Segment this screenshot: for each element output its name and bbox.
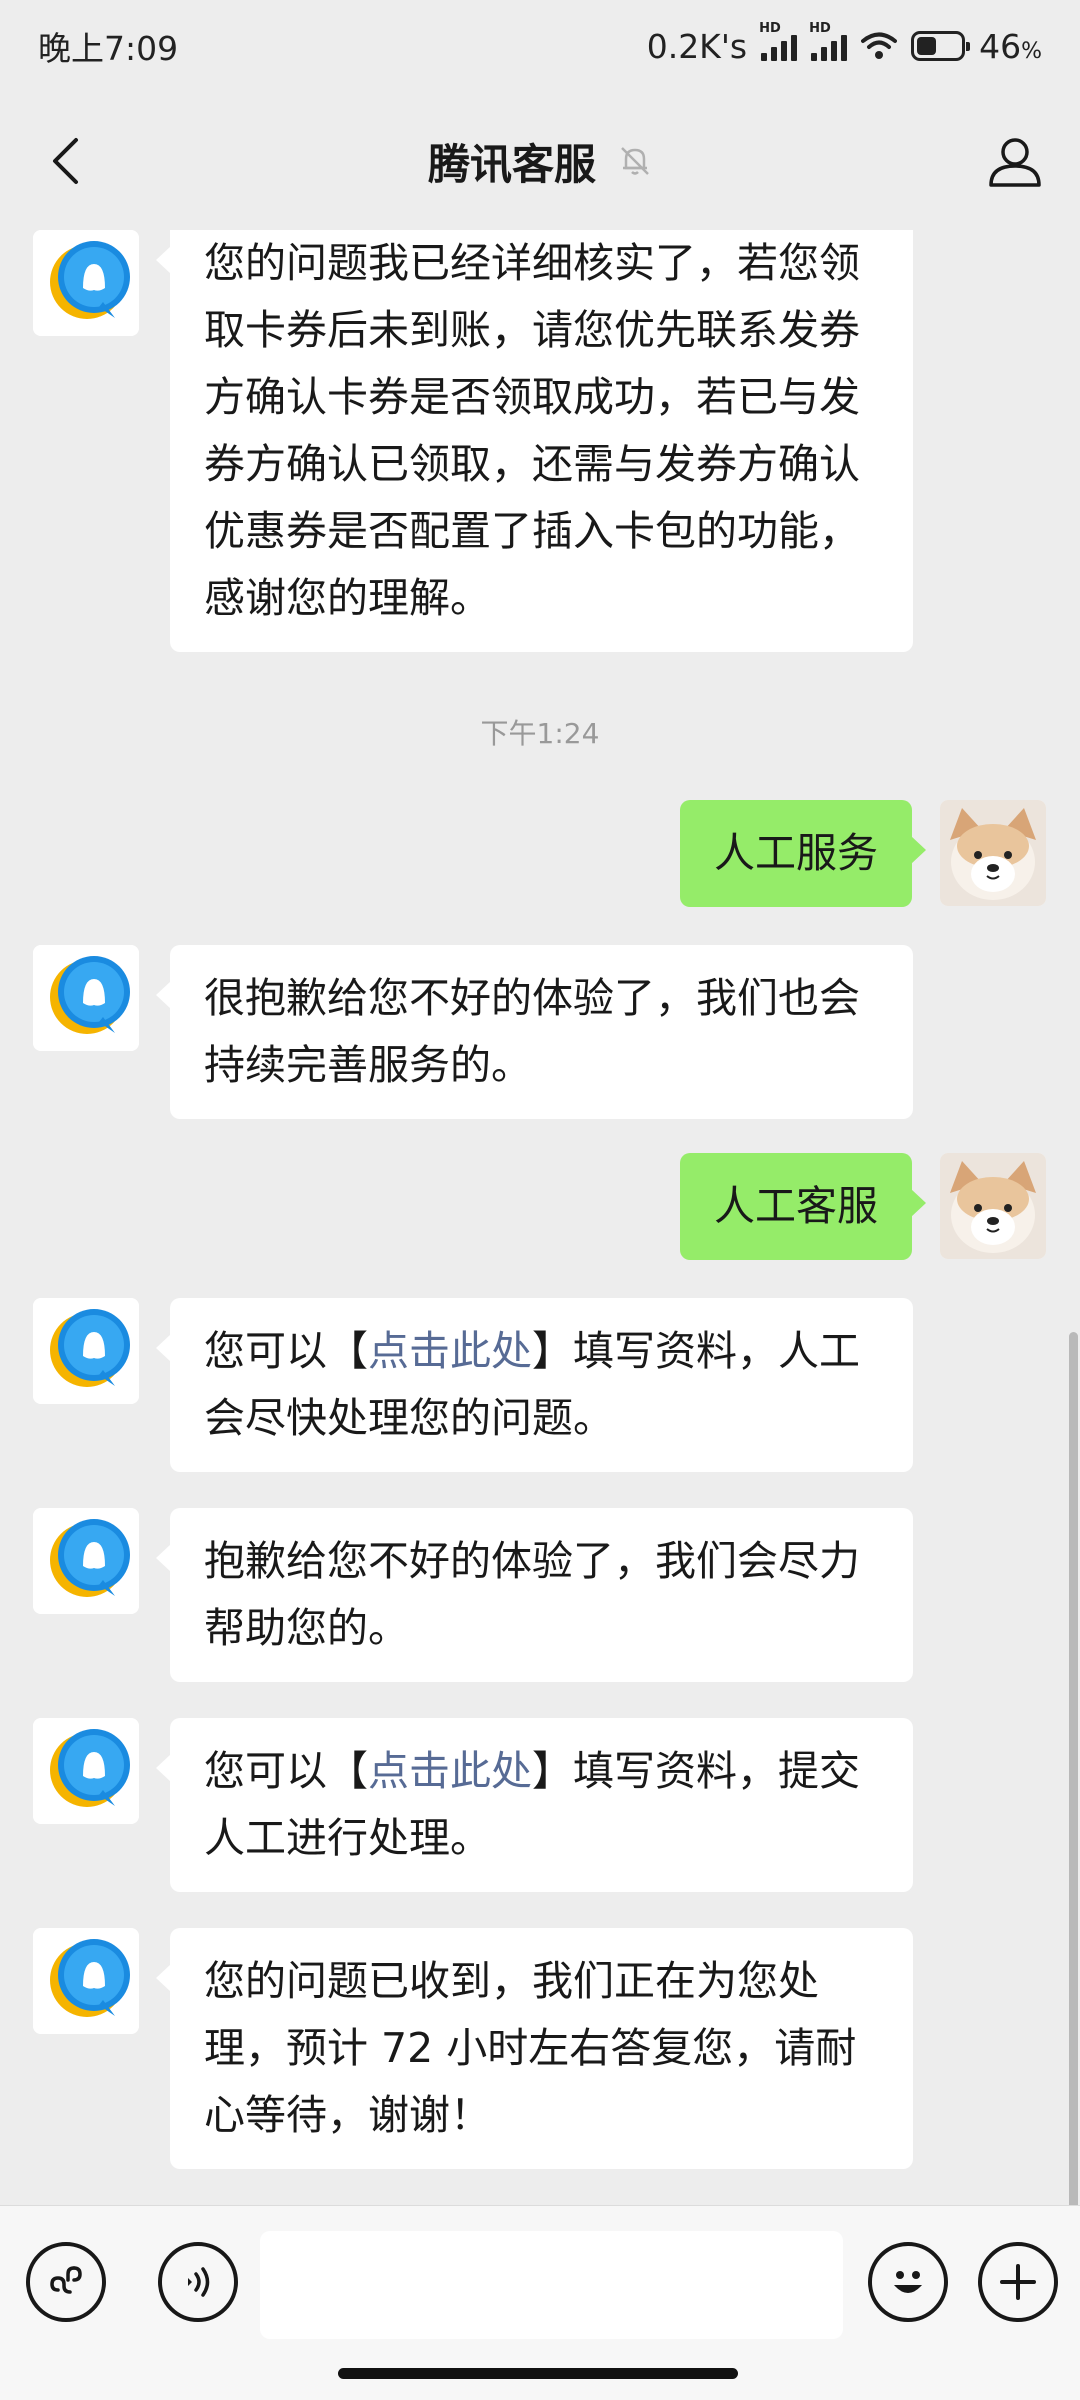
dog-avatar-icon <box>940 800 1046 906</box>
bell-off-icon <box>621 147 649 175</box>
user-avatar[interactable] <box>940 800 1046 906</box>
scrollbar[interactable] <box>1069 1332 1078 2217</box>
message-text: 您的问题我已经详细核实了，若您领取卡券后未到账，请您优先联系发券方确认卡券是否领… <box>204 239 860 622</box>
message-text: 人工服务 <box>714 829 878 877</box>
voice-button[interactable] <box>158 2242 238 2322</box>
message-text: 人工客服 <box>714 1182 878 1230</box>
message-text: 您的问题已收到，我们正在为您处理，预计 72 小时左右答复您，请耐心等待，谢谢！ <box>204 1957 857 2139</box>
link-icon <box>50 2266 82 2294</box>
qq-service-logo-icon <box>33 1508 139 1614</box>
plus-icon <box>1000 2264 1036 2300</box>
more-button[interactable] <box>978 2242 1058 2322</box>
message-text: 您可以【 <box>204 1327 368 1375</box>
qq-service-logo-icon <box>33 1928 139 2034</box>
person-icon <box>989 138 1041 187</box>
qq-service-logo-icon <box>33 945 139 1051</box>
chat-header: 腾讯客服 <box>0 92 1080 230</box>
message-text: 很抱歉给您不好的体验了，我们也会持续完善服务的。 <box>204 974 860 1089</box>
signal-icon: HD <box>759 21 798 61</box>
back-button[interactable] <box>30 126 100 196</box>
service-avatar[interactable] <box>33 1718 139 1824</box>
service-avatar[interactable] <box>33 1298 139 1404</box>
fill-form-link[interactable]: 点击此处 <box>368 1327 532 1375</box>
timestamp: 下午1:24 <box>480 717 600 750</box>
message-bubble[interactable]: 您可以【点击此处】填写资料，提交人工进行处理。 <box>156 1718 913 1892</box>
message-bubble[interactable]: 您的问题我已经详细核实了，若您领取卡券后未到账，请您优先联系发券方确认卡券是否领… <box>156 230 913 652</box>
service-avatar[interactable] <box>33 1928 139 2034</box>
service-avatar[interactable] <box>33 1508 139 1614</box>
chevron-left-icon <box>53 138 78 184</box>
service-avatar[interactable] <box>33 945 139 1051</box>
battery-percent: 46% <box>979 26 1042 66</box>
status-icons: 0.2K's HD HD 46% <box>646 21 1042 66</box>
network-speed: 0.2K's <box>646 26 748 66</box>
message-text: 抱歉给您不好的体验了，我们会尽力帮助您的。 <box>204 1537 860 1652</box>
message-text: 您可以【 <box>204 1747 368 1795</box>
fill-form-link[interactable]: 点击此处 <box>368 1747 532 1795</box>
message-bubble[interactable]: 很抱歉给您不好的体验了，我们也会持续完善服务的。 <box>156 945 913 1119</box>
chat-list[interactable]: 您的问题我已经详细核实了，若您领取卡券后未到账，请您优先联系发券方确认卡券是否领… <box>0 230 1080 2205</box>
qq-service-logo-icon <box>33 1718 139 1824</box>
message-bubble[interactable]: 抱歉给您不好的体验了，我们会尽力帮助您的。 <box>156 1508 913 1682</box>
signal-icon: HD <box>809 21 848 61</box>
battery-icon <box>911 31 971 61</box>
message-bubble[interactable]: 您可以【点击此处】填写资料，人工会尽快处理您的问题。 <box>156 1298 913 1472</box>
status-bar: 晚上7:09 0.2K's HD HD 46% <box>0 0 1080 92</box>
wifi-icon <box>861 32 898 59</box>
page-title: 腾讯客服 <box>427 139 596 189</box>
dog-avatar-icon <box>940 1153 1046 1259</box>
mini-program-button[interactable] <box>26 2242 106 2322</box>
title-wrap: 腾讯客服 <box>428 131 652 192</box>
status-time: 晚上7:09 <box>38 29 179 68</box>
smiley-icon <box>894 2271 922 2293</box>
qq-service-logo-icon <box>33 1298 139 1404</box>
message-input[interactable] <box>260 2231 843 2339</box>
qq-service-logo-icon <box>33 230 139 336</box>
message-bubble[interactable]: 您的问题已收到，我们正在为您处理，预计 72 小时左右答复您，请耐心等待，谢谢！ <box>156 1928 913 2169</box>
home-indicator[interactable] <box>338 2368 738 2379</box>
message-bubble[interactable]: 人工客服 <box>680 1153 926 1260</box>
user-avatar[interactable] <box>940 1153 1046 1259</box>
message-bubble[interactable]: 人工服务 <box>680 800 926 907</box>
chat-info-button[interactable] <box>980 126 1050 196</box>
emoji-button[interactable] <box>868 2242 948 2322</box>
voice-icon <box>188 2267 210 2297</box>
service-avatar[interactable] <box>33 230 139 336</box>
